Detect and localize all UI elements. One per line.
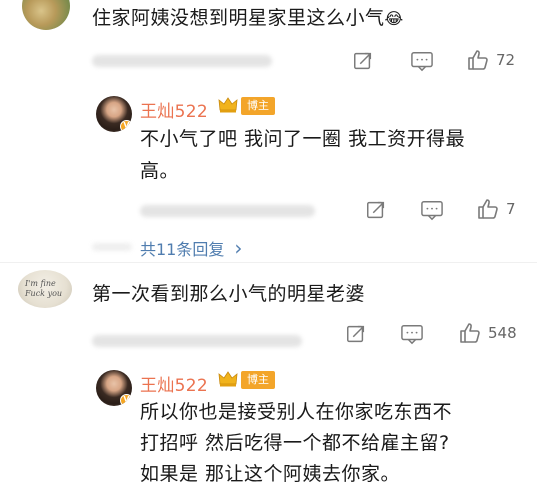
like-icon — [476, 197, 500, 221]
avatar-caption: I'm fine Fuck you — [25, 279, 63, 298]
laugh-emoji-icon: 😂 — [384, 9, 404, 28]
author-username[interactable]: 王灿522 — [140, 97, 208, 122]
reply-meta-blurred — [140, 205, 315, 217]
author-badge: 博主 — [241, 97, 275, 115]
comment-icon — [410, 50, 434, 72]
author-username[interactable]: 王灿522 — [140, 371, 208, 396]
share-icon — [352, 50, 374, 72]
reply-text-line: 高。 — [140, 160, 180, 182]
crown-icon — [218, 371, 238, 387]
verified-icon: V — [120, 394, 132, 406]
reply-text-line: 打招呼 然后吃得一个都不给雇主留? — [140, 432, 450, 454]
share-button[interactable] — [345, 323, 367, 345]
comment-meta-blurred — [92, 335, 302, 347]
comment-meta-blurred — [92, 55, 272, 67]
like-button[interactable]: 548 — [458, 321, 517, 345]
author-avatar[interactable]: V — [96, 96, 132, 132]
share-icon — [365, 199, 387, 221]
more-replies-label: 共11条回复 — [140, 240, 225, 259]
verified-icon: V — [120, 120, 132, 132]
like-icon — [458, 321, 482, 345]
like-count: 548 — [488, 324, 517, 342]
share-icon — [345, 323, 367, 345]
comment-button[interactable] — [400, 323, 424, 345]
comment-icon — [400, 323, 424, 345]
author-badge: 博主 — [241, 371, 275, 389]
thread-line-blurred — [92, 243, 132, 251]
author-avatar[interactable]: V — [96, 370, 132, 406]
comment-text: 住家阿姨没想到明星家里这么小气😂 — [92, 7, 404, 29]
commenter-avatar[interactable]: I'm fine Fuck you — [18, 270, 72, 308]
crown-icon — [218, 97, 238, 113]
share-button[interactable] — [352, 50, 374, 72]
reply-text-line: 不小气了吧 我问了一圈 我工资开得最 — [140, 128, 466, 150]
commenter-avatar[interactable] — [22, 0, 70, 30]
view-more-replies-link[interactable]: 共11条回复 › — [140, 236, 242, 260]
like-count: 72 — [496, 51, 516, 69]
chevron-right-icon: › — [234, 236, 243, 260]
comment-icon — [420, 199, 444, 221]
like-count: 7 — [506, 200, 516, 218]
comment-button[interactable] — [420, 199, 444, 221]
comment-divider — [0, 262, 537, 263]
share-button[interactable] — [365, 199, 387, 221]
like-button[interactable]: 7 — [476, 197, 516, 221]
reply-text-line: 所以你也是接受别人在你家吃东西不 — [140, 401, 453, 423]
like-button[interactable]: 72 — [466, 48, 515, 72]
comment-button[interactable] — [410, 50, 434, 72]
reply-text-line: 如果是 那让这个阿姨去你家。 — [140, 463, 401, 485]
comment-text: 第一次看到那么小气的明星老婆 — [92, 283, 366, 305]
like-icon — [466, 48, 490, 72]
